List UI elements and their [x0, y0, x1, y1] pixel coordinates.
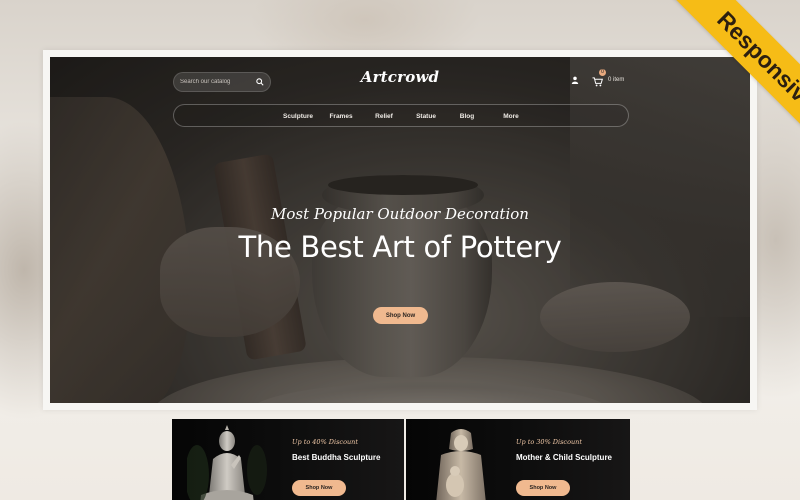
nav-item-frames[interactable]: Frames [318, 113, 364, 120]
nav-item-sculpture[interactable]: Sculpture [278, 113, 318, 120]
hero-shop-now-button[interactable]: Shop Now [373, 307, 428, 324]
banner-title: Best Buddha Sculpture [292, 453, 381, 462]
hero-subtitle: Most Popular Outdoor Decoration [271, 205, 529, 223]
responsive-ribbon: Responsive [630, 0, 800, 170]
ribbon-label: Responsive [667, 0, 800, 161]
nav-items: Sculpture Frames Relief Statue Blog More [278, 105, 536, 128]
nav-item-statue[interactable]: Statue [404, 113, 448, 120]
hero-title: The Best Art of Pottery [238, 230, 562, 264]
search-icon[interactable] [256, 78, 264, 87]
cart-label[interactable]: 0 item [608, 77, 624, 83]
buddha-statue-image [187, 425, 267, 500]
banner-shop-now-button[interactable]: Shop Now [516, 480, 570, 496]
banner-shop-now-button[interactable]: Shop Now [292, 480, 346, 496]
search-input[interactable] [180, 79, 256, 85]
search-box[interactable] [173, 72, 271, 92]
user-icon[interactable] [570, 75, 580, 85]
promo-banner-buddha[interactable]: Up to 40% Discount Best Buddha Sculpture… [172, 419, 404, 500]
nav-item-relief[interactable]: Relief [364, 113, 404, 120]
cart-icon[interactable]: 0 [592, 69, 606, 87]
header-actions: 0 0 item [570, 69, 624, 87]
nav-item-more[interactable]: More [486, 113, 536, 120]
banner-discount: Up to 30% Discount [516, 438, 582, 446]
promo-banner-mother-child[interactable]: Up to 30% Discount Mother & Child Sculpt… [406, 419, 630, 500]
site-logo[interactable]: Artcrowd [340, 68, 460, 86]
mother-child-statue-image [436, 429, 486, 500]
nav-item-blog[interactable]: Blog [448, 113, 486, 120]
banner-discount: Up to 40% Discount [292, 438, 358, 446]
cart-button[interactable]: 0 0 item [592, 69, 624, 87]
banner-title: Mother & Child Sculpture [516, 453, 612, 462]
cart-count-badge: 0 [599, 69, 606, 76]
main-nav: Sculpture Frames Relief Statue Blog More [173, 104, 629, 127]
